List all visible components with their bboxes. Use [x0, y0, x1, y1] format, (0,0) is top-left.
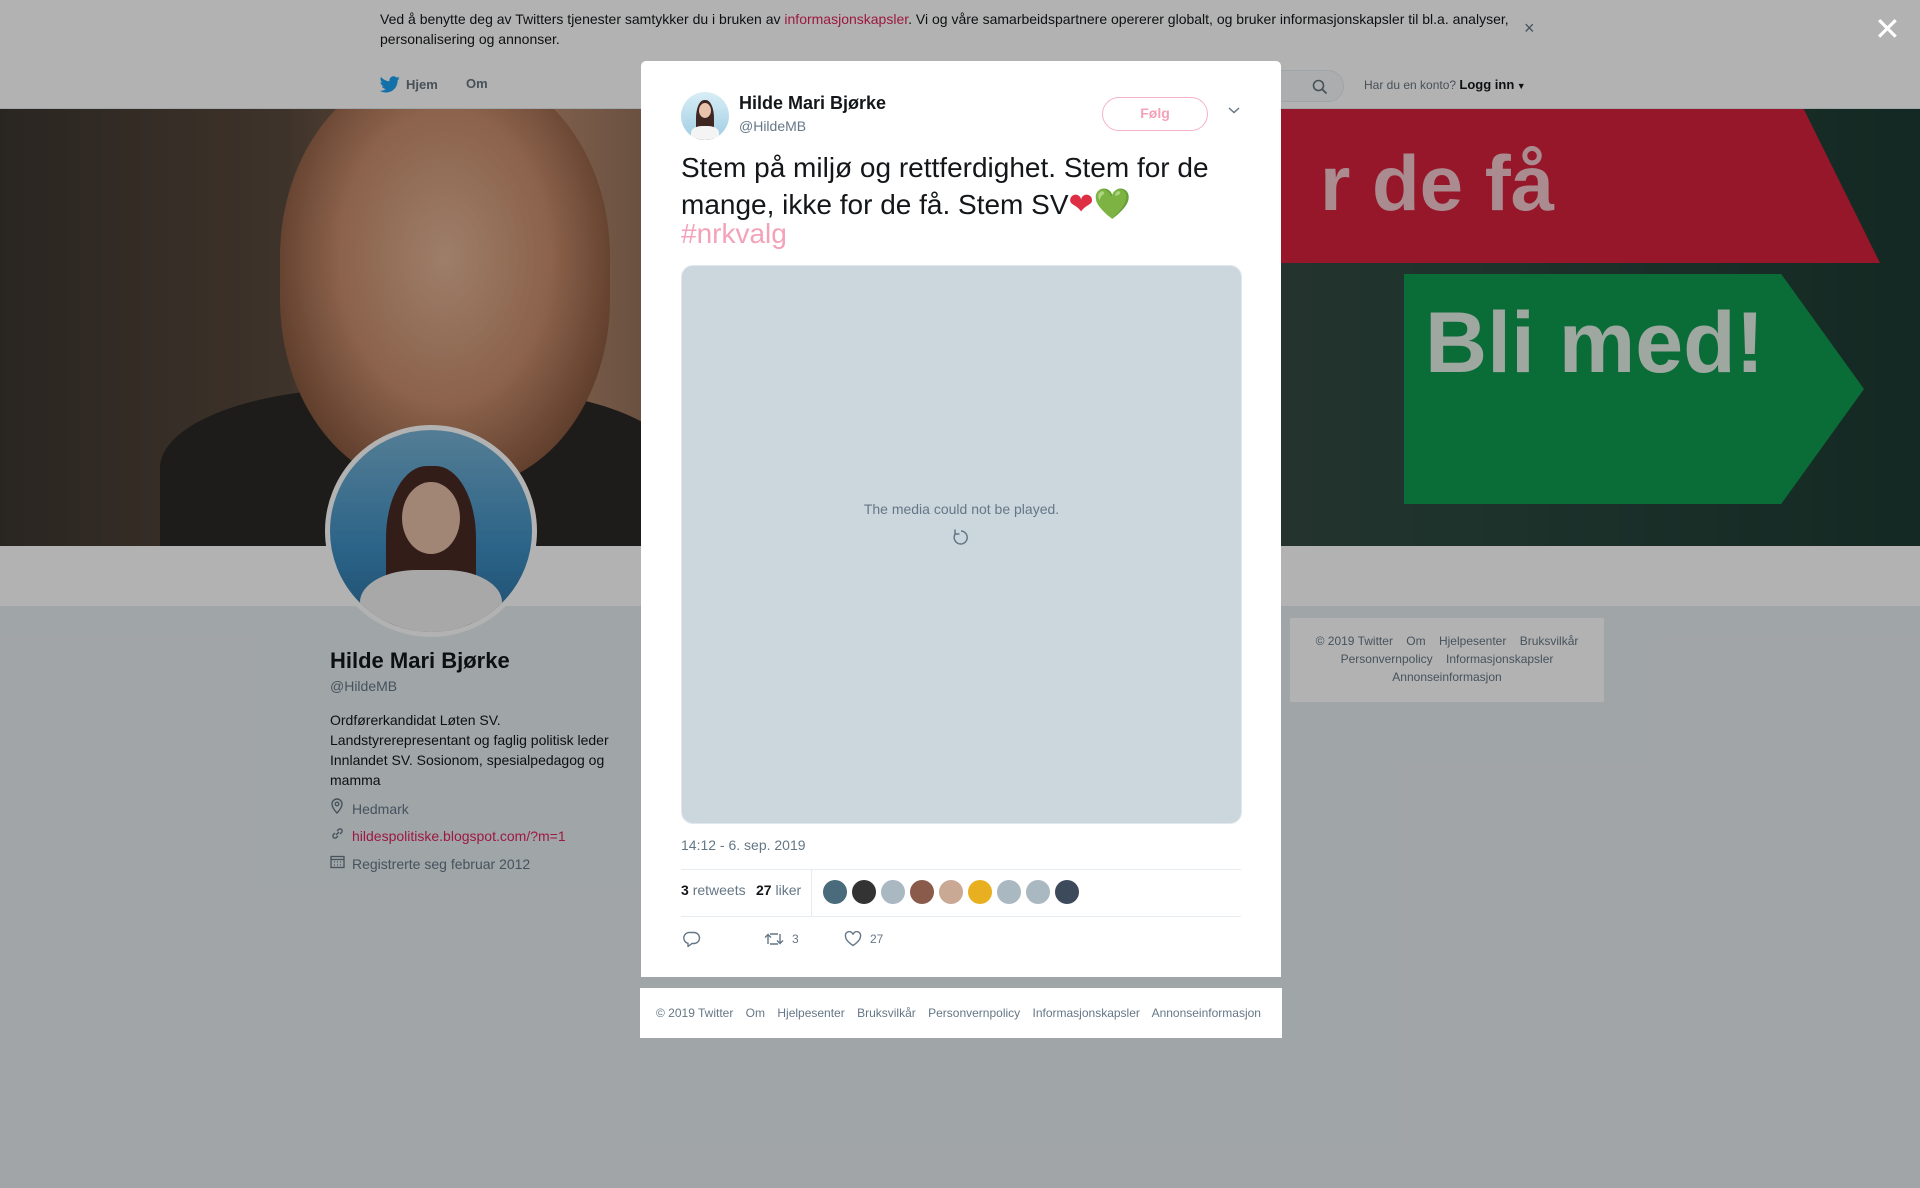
chevron-down-icon[interactable] — [1227, 105, 1241, 115]
reply-button[interactable] — [683, 931, 709, 948]
footer-link-ads-info[interactable]: Annonseinformasjon — [1152, 1006, 1261, 1020]
retweet-button[interactable]: 3 — [764, 931, 799, 947]
like-button[interactable]: 27 — [844, 930, 883, 947]
tweet-author-name[interactable]: Hilde Mari Bjørke — [739, 93, 886, 114]
footer-link-help[interactable]: Hjelpesenter — [777, 1006, 844, 1020]
tweet-author-handle[interactable]: @HildeMB — [739, 118, 806, 134]
tweet-modal: Hilde Mari Bjørke @HildeMB Følg Stem på … — [641, 61, 1281, 977]
retweets-stat[interactable]: 3 retweets — [681, 882, 746, 898]
media-error-message: The media could not be played. — [863, 501, 1060, 517]
footer-link-cookies[interactable]: Informasjonskapsler — [1033, 1006, 1140, 1020]
reply-icon — [683, 931, 701, 948]
retweet-icon — [764, 933, 784, 945]
liker-avatars — [823, 880, 1084, 904]
tweet-actions: 3 27 — [681, 927, 1241, 957]
follow-button[interactable]: Følg — [1102, 97, 1208, 131]
tweet-media-player[interactable]: The media could not be played. — [681, 265, 1242, 824]
tweet-timestamp[interactable]: 14:12 - 6. sep. 2019 — [681, 837, 806, 853]
liker-avatar[interactable] — [997, 880, 1021, 904]
liker-avatar[interactable] — [1026, 880, 1050, 904]
tweet-text: Stem på miljø og rettferdighet. Stem for… — [681, 152, 1209, 221]
likes-stat[interactable]: 27 liker — [756, 882, 801, 898]
liker-avatar[interactable] — [1055, 880, 1079, 904]
red-heart-emoji: ❤ — [1068, 188, 1094, 221]
liker-avatar[interactable] — [939, 880, 963, 904]
footer-link-privacy[interactable]: Personvernpolicy — [928, 1006, 1020, 1020]
tweet-author-avatar[interactable] — [681, 92, 729, 140]
liker-avatar[interactable] — [968, 880, 992, 904]
tweet-stats: 3 retweets 27 liker — [681, 869, 1241, 917]
liker-avatar[interactable] — [852, 880, 876, 904]
liker-avatar[interactable] — [823, 880, 847, 904]
footer-link-terms[interactable]: Bruksvilkår — [857, 1006, 916, 1020]
retry-icon[interactable] — [952, 528, 970, 546]
footer-link-about[interactable]: Om — [746, 1006, 765, 1020]
green-heart-emoji: 💚 — [1093, 188, 1132, 221]
footer-copyright: © 2019 Twitter — [656, 1006, 734, 1020]
liker-avatar[interactable] — [910, 880, 934, 904]
stats-divider — [811, 870, 812, 916]
modal-footer: © 2019 Twitter Om Hjelpesenter Bruksvilk… — [640, 988, 1282, 1038]
close-icon[interactable]: ✕ — [1874, 10, 1901, 48]
tweet-hashtag[interactable]: #nrkvalg — [681, 218, 787, 250]
heart-icon — [844, 930, 862, 947]
liker-avatar[interactable] — [881, 880, 905, 904]
